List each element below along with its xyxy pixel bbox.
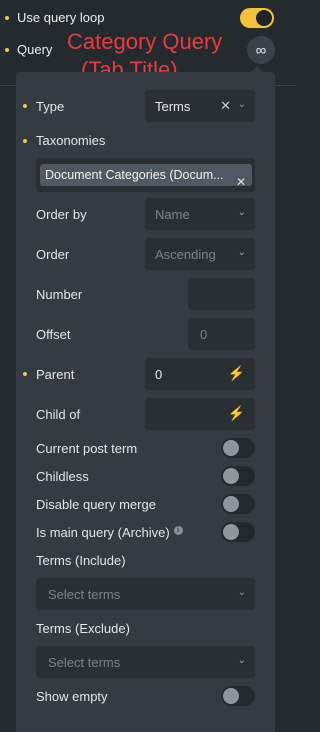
- number-label: Number: [36, 287, 83, 302]
- toggle-knob: [223, 688, 239, 704]
- offset-placeholder: 0: [200, 326, 208, 342]
- use-query-loop-toggle[interactable]: [240, 8, 274, 28]
- type-select-value: Terms: [155, 98, 191, 114]
- toggle-knob: [223, 440, 239, 456]
- offset-input[interactable]: 0: [188, 318, 255, 350]
- childless-label: Childless: [36, 469, 89, 484]
- modified-indicator-dot: [5, 48, 9, 52]
- info-icon[interactable]: i: [173, 525, 183, 535]
- query-label: Query: [17, 42, 53, 57]
- dynamic-data-icon[interactable]: ⚡: [228, 365, 245, 382]
- toggle-knob: [256, 10, 272, 26]
- terms-exclude-row: Terms (Exclude): [16, 620, 275, 640]
- query-settings-popover: Type Terms ✕ ⌄ Taxonomies Document Categ…: [16, 72, 275, 732]
- order-by-row: Order by Name ⌄: [16, 198, 275, 230]
- modified-indicator-dot: [23, 372, 27, 376]
- taxonomies-label: Taxonomies: [36, 133, 106, 148]
- childless-row: Childless: [16, 466, 275, 486]
- type-label: Type: [36, 99, 65, 114]
- toggle-knob: [223, 496, 239, 512]
- current-post-term-toggle[interactable]: [221, 438, 255, 458]
- terms-exclude-label: Terms (Exclude): [36, 621, 130, 636]
- order-label: Order: [36, 247, 70, 262]
- modified-indicator-dot: [23, 104, 27, 108]
- dynamic-data-icon[interactable]: ⚡: [228, 405, 245, 422]
- order-by-label: Order by: [36, 207, 87, 222]
- chevron-down-icon: ⌄: [237, 247, 246, 258]
- show-empty-label: Show empty: [36, 689, 108, 704]
- parent-value: 0: [155, 366, 163, 382]
- order-by-placeholder: Name: [155, 206, 190, 222]
- disable-query-merge-toggle[interactable]: [221, 494, 255, 514]
- order-select[interactable]: Ascending ⌄: [145, 238, 255, 270]
- is-main-query-label: Is main query (Archive): [36, 525, 170, 540]
- infinity-icon: ∞: [255, 41, 267, 59]
- taxonomies-row: Taxonomies: [16, 132, 275, 152]
- type-row: Type Terms ✕ ⌄: [16, 90, 275, 122]
- offset-row: Offset 0: [16, 318, 275, 350]
- is-main-query-row: Is main query (Archive) i: [16, 522, 275, 542]
- order-row: Order Ascending ⌄: [16, 238, 275, 270]
- number-row: Number: [16, 278, 275, 310]
- use-query-loop-label: Use query loop: [17, 10, 105, 25]
- chevron-down-icon: ⌄: [237, 655, 246, 666]
- show-empty-toggle[interactable]: [221, 686, 255, 706]
- parent-input[interactable]: 0 ⚡: [145, 358, 255, 390]
- taxonomy-tag-label: Document Categories (Docum...: [45, 168, 224, 182]
- clear-icon[interactable]: ✕: [220, 98, 231, 114]
- terms-include-row: Terms (Include): [16, 552, 275, 572]
- child-of-row: Child of ⚡: [16, 398, 275, 430]
- parent-row: Parent 0 ⚡: [16, 358, 275, 390]
- chevron-down-icon: ⌄: [237, 99, 246, 110]
- terms-include-placeholder: Select terms: [48, 586, 121, 602]
- child-of-input[interactable]: ⚡: [145, 398, 255, 430]
- is-main-query-label-wrap: Is main query (Archive) i: [36, 525, 183, 540]
- order-placeholder: Ascending: [155, 246, 216, 262]
- chevron-down-icon: ⌄: [237, 587, 246, 598]
- type-select[interactable]: Terms ✕ ⌄: [145, 90, 255, 122]
- taxonomies-select[interactable]: Document Categories (Docum... ✕: [36, 158, 255, 192]
- modified-indicator-dot: [5, 16, 9, 20]
- disable-query-merge-label: Disable query merge: [36, 497, 156, 512]
- annotation-line-1: Category Query: [67, 29, 223, 54]
- is-main-query-toggle[interactable]: [221, 522, 255, 542]
- childless-toggle[interactable]: [221, 466, 255, 486]
- toggle-knob: [223, 524, 239, 540]
- order-by-select[interactable]: Name ⌄: [145, 198, 255, 230]
- chevron-down-icon: ⌄: [237, 207, 246, 218]
- modified-indicator-dot: [23, 139, 27, 143]
- taxonomy-tag: Document Categories (Docum... ✕: [40, 164, 252, 186]
- current-post-term-row: Current post term: [16, 438, 275, 458]
- terms-include-label: Terms (Include): [36, 553, 126, 568]
- child-of-label: Child of: [36, 407, 81, 422]
- disable-query-merge-row: Disable query merge: [16, 494, 275, 514]
- remove-tag-icon[interactable]: ✕: [236, 171, 246, 186]
- terms-include-select[interactable]: Select terms ⌄: [36, 578, 255, 610]
- query-loop-settings-button[interactable]: ∞: [247, 36, 275, 64]
- current-post-term-label: Current post term: [36, 441, 138, 456]
- parent-label: Parent: [36, 367, 75, 382]
- terms-exclude-placeholder: Select terms: [48, 654, 121, 670]
- number-input[interactable]: [188, 278, 255, 310]
- show-empty-row: Show empty: [16, 686, 275, 706]
- offset-label: Offset: [36, 327, 71, 342]
- terms-exclude-select[interactable]: Select terms ⌄: [36, 646, 255, 678]
- toggle-knob: [223, 468, 239, 484]
